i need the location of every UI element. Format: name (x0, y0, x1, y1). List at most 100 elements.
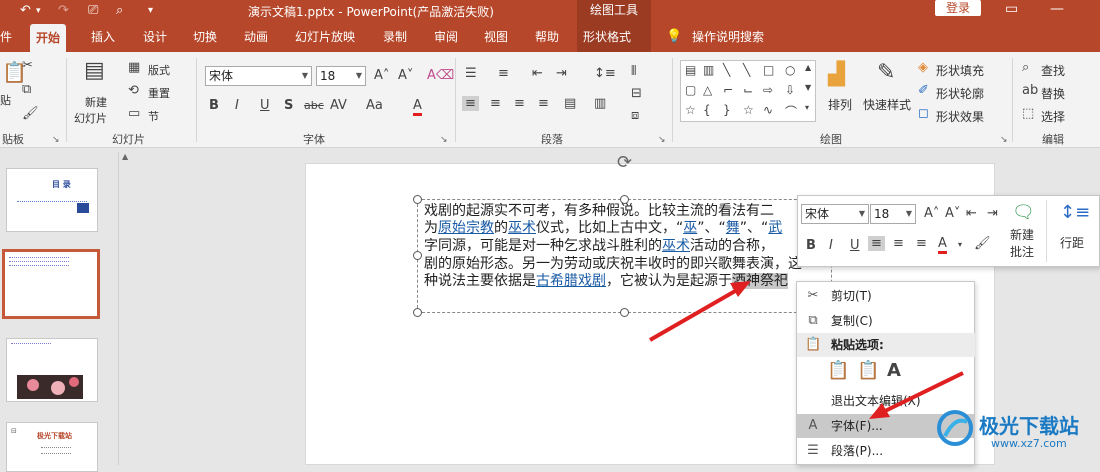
tab-animations[interactable]: 动画 (238, 22, 274, 52)
underline-icon[interactable]: U (850, 238, 860, 253)
star-shape-icon[interactable]: ☆ (685, 103, 696, 117)
line-spacing-icon[interactable]: ↕≡ (1060, 202, 1090, 223)
hyperlink[interactable]: 武 (768, 220, 782, 236)
new-slide-label-2[interactable]: 幻灯片 (74, 110, 107, 126)
decrease-indent-icon[interactable]: ⇤ (966, 206, 977, 221)
line-spacing-button[interactable]: 行距 (1060, 234, 1084, 251)
numbering-icon[interactable]: ≡ (498, 66, 509, 81)
reset-icon[interactable]: ⟲ (128, 83, 139, 98)
paste-label[interactable]: 贴 (0, 92, 11, 108)
tab-slideshow[interactable]: 幻灯片放映 (289, 22, 361, 52)
textbox-shape-icon[interactable]: ▤ (685, 63, 696, 77)
italic-icon[interactable]: I (235, 98, 239, 113)
char-spacing-icon[interactable]: AV (330, 98, 347, 113)
gallery-more-icon[interactable]: ▾ (805, 103, 809, 112)
star-shape-icon[interactable]: ☆ (743, 103, 754, 117)
tab-view[interactable]: 视图 (478, 22, 514, 52)
login-button[interactable]: 登录 (935, 0, 981, 16)
gallery-down-icon[interactable]: ▼ (805, 83, 811, 92)
tab-help[interactable]: 帮助 (529, 22, 565, 52)
paste-text-only-icon[interactable]: A (887, 360, 911, 384)
line-spacing-icon[interactable]: ↕≡ (594, 66, 616, 81)
tab-record[interactable]: 录制 (377, 22, 413, 52)
shadow-icon[interactable]: S (284, 98, 293, 113)
print-preview-icon[interactable]: ⌕ (116, 3, 123, 18)
paste-keep-source-icon[interactable]: 📋 (827, 360, 851, 384)
rounded-rect-shape-icon[interactable]: ▢ (685, 83, 696, 97)
strikethrough-icon[interactable]: abc (304, 99, 324, 112)
undo-dropdown-icon[interactable]: ▾ (36, 6, 41, 16)
font-color-icon[interactable]: A (413, 98, 422, 116)
resize-handle[interactable] (620, 308, 629, 317)
text-direction-icon[interactable]: ⫴ (631, 64, 636, 79)
gallery-up-icon[interactable]: ▲ (805, 63, 811, 72)
align-left-icon[interactable]: ≡ (462, 96, 479, 111)
shrink-font-icon[interactable]: A˅ (398, 68, 413, 83)
customize-icon[interactable]: ▾ (148, 5, 153, 16)
mini-font-name-combo[interactable]: 宋体 ▼ (801, 204, 869, 224)
tab-file[interactable]: 件 (0, 22, 18, 52)
hyperlink[interactable]: 原始宗教 (438, 220, 494, 236)
increase-indent-icon[interactable]: ⇥ (987, 206, 998, 221)
triangle-shape-icon[interactable]: △ (703, 83, 712, 97)
chevron-down-icon[interactable]: ▾ (958, 240, 962, 249)
vertical-textbox-shape-icon[interactable]: ▥ (703, 63, 714, 77)
arrow-shape-icon[interactable]: ⇨ (763, 83, 773, 97)
font-name-combo[interactable]: 宋体 ▼ (205, 66, 312, 86)
tab-home[interactable]: 开始 (30, 24, 67, 52)
change-case-icon[interactable]: Aa (366, 98, 383, 113)
increase-indent-icon[interactable]: ⇥ (556, 66, 567, 81)
line-shape-icon[interactable]: ╲ (743, 63, 750, 77)
arrange-icon[interactable]: ▟ (828, 62, 845, 87)
bullets-icon[interactable]: ☰ (465, 66, 477, 81)
oval-shape-icon[interactable]: ○ (785, 63, 795, 77)
slide-text-line-3[interactable]: 字同源，可能是对一种乞求战斗胜利的巫术活动的合称， (424, 238, 824, 255)
section-icon[interactable]: ▭ (128, 106, 140, 121)
undo-icon[interactable]: ↶ (20, 3, 31, 18)
underline-icon[interactable]: U (260, 98, 270, 113)
slide-text-line-1[interactable]: 戏剧的起源实不可考，有多种假说。比较主流的看法有二 (424, 203, 824, 220)
present-icon[interactable]: ⎚ (88, 3, 98, 18)
font-color-icon[interactable]: A (938, 236, 947, 254)
slide-thumbnail-1[interactable]: 目 录 (6, 168, 98, 232)
tell-me-search[interactable]: 操作说明搜索 (686, 22, 770, 52)
brace-shape-icon[interactable]: { (703, 103, 711, 117)
mini-font-size-combo[interactable]: 18 ▼ (870, 204, 916, 224)
align-center-icon[interactable]: ≡ (490, 96, 501, 111)
replace-icon[interactable]: ab (1022, 83, 1038, 98)
menu-item-copy[interactable]: ⧉ 复制(C) (797, 309, 975, 333)
shape-fill-icon[interactable]: ◈ (918, 60, 928, 75)
rotate-handle-icon[interactable]: ⟳ (617, 152, 632, 173)
smartart-icon[interactable]: ⧈ (631, 108, 639, 123)
tab-transitions[interactable]: 切换 (187, 22, 223, 52)
italic-icon[interactable]: I (829, 238, 833, 253)
brace-shape-icon[interactable]: } (723, 103, 731, 117)
tab-review[interactable]: 审阅 (428, 22, 464, 52)
selected-text[interactable]: 酒神祭祀 (732, 273, 788, 289)
align-center-icon[interactable]: ≡ (893, 236, 904, 251)
tab-insert[interactable]: 插入 (85, 22, 121, 52)
font-size-combo[interactable]: 18 ▼ (316, 66, 366, 86)
slide-text-line-2[interactable]: 为原始宗教的巫术仪式，比如上古中文，“巫”、“舞”、“武 (424, 220, 824, 237)
shape-effects-icon[interactable]: ◻ (918, 106, 929, 121)
columns-icon[interactable]: ▥ (594, 96, 606, 111)
hyperlink[interactable]: 古希腊戏剧 (536, 273, 606, 289)
find-button[interactable]: 查找 (1041, 62, 1065, 79)
slide-text-line-5[interactable]: 种说法主要依据是古希腊戏剧，它被认为是起源于酒神祭祀 (424, 273, 824, 290)
hyperlink[interactable]: 巫术 (662, 238, 690, 254)
layout-icon[interactable]: ▦ (128, 60, 140, 75)
distributed-icon[interactable]: ▤ (564, 96, 576, 111)
shape-fill-button[interactable]: 形状填充 (936, 62, 984, 79)
ribbon-display-icon[interactable]: ▭ (1005, 1, 1018, 17)
hyperlink[interactable]: 舞 (726, 220, 740, 236)
align-text-icon[interactable]: ⊟ (631, 86, 642, 101)
new-comment-icon[interactable]: 🗨 (1012, 202, 1035, 223)
connector-shape-icon[interactable]: ⌙ (743, 83, 753, 97)
new-slide-label-1[interactable]: 新建 (85, 94, 107, 110)
new-comment-label-1[interactable]: 新建 (1010, 226, 1034, 243)
redo-icon[interactable]: ↷ (58, 3, 69, 18)
paragraph-launcher-icon[interactable]: ↘ (658, 135, 666, 145)
format-painter-icon[interactable]: 🖌 (974, 236, 991, 251)
font-launcher-icon[interactable]: ↘ (440, 135, 448, 145)
quick-styles-icon[interactable]: ✎ (877, 60, 895, 85)
